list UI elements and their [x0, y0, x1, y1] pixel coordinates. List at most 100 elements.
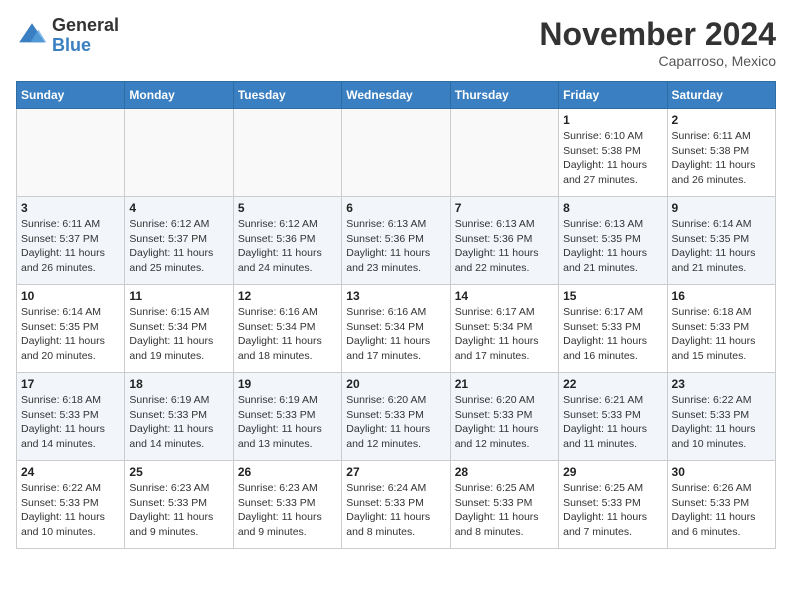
calendar-cell: 6Sunrise: 6:13 AM Sunset: 5:36 PM Daylig… [342, 197, 450, 285]
day-info: Sunrise: 6:17 AM Sunset: 5:33 PM Dayligh… [563, 305, 662, 364]
calendar-cell: 30 Sunrise: 6:26 AM Sunset: 5:33 PM Dayli… [667, 461, 775, 549]
day-number: 1 [563, 113, 662, 127]
calendar-cell: 28 Sunrise: 6:25 AM Sunset: 5:33 PM Dayli… [450, 461, 558, 549]
weekday-header-row: SundayMondayTuesdayWednesdayThursdayFrid… [17, 82, 776, 109]
calendar-cell: 25 Sunrise: 6:23 AM Sunset: 5:33 PM Dayli… [125, 461, 233, 549]
calendar-cell: 23 Sunrise: 6:22 AM Sunset: 5:33 PM Dayli… [667, 373, 775, 461]
day-info: Sunrise: 6:24 AM Sunset: 5:33 PM Dayligh… [346, 481, 445, 540]
day-info: Sunrise: 6:13 AM Sunset: 5:36 PM Dayligh… [346, 217, 445, 276]
page-header: General Blue November 2024 Caparroso, Me… [16, 16, 776, 69]
day-info: Sunrise: 6:20 AM Sunset: 5:33 PM Dayligh… [346, 393, 445, 452]
day-info: Sunrise: 6:11 AM Sunset: 5:38 PM Dayligh… [672, 129, 771, 188]
calendar-cell: 13Sunrise: 6:16 AM Sunset: 5:34 PM Dayli… [342, 285, 450, 373]
day-number: 8 [563, 201, 662, 215]
calendar-cell: 9 Sunrise: 6:14 AM Sunset: 5:35 PM Daylig… [667, 197, 775, 285]
day-number: 7 [455, 201, 554, 215]
day-number: 21 [455, 377, 554, 391]
day-number: 12 [238, 289, 337, 303]
day-number: 17 [21, 377, 120, 391]
calendar-cell: 21Sunrise: 6:20 AM Sunset: 5:33 PM Dayli… [450, 373, 558, 461]
calendar-cell: 22 Sunrise: 6:21 AM Sunset: 5:33 PM Dayli… [559, 373, 667, 461]
calendar-cell: 17 Sunrise: 6:18 AM Sunset: 5:33 PM Dayli… [17, 373, 125, 461]
logo-general: General [52, 16, 119, 36]
calendar-cell [125, 109, 233, 197]
day-number: 25 [129, 465, 228, 479]
day-number: 10 [21, 289, 120, 303]
calendar-cell: 3Sunrise: 6:11 AM Sunset: 5:37 PM Daylig… [17, 197, 125, 285]
calendar-cell: 4Sunrise: 6:12 AM Sunset: 5:37 PM Daylig… [125, 197, 233, 285]
day-info: Sunrise: 6:14 AM Sunset: 5:35 PM Dayligh… [21, 305, 120, 364]
day-number: 11 [129, 289, 228, 303]
weekday-header: Wednesday [342, 82, 450, 109]
day-info: Sunrise: 6:13 AM Sunset: 5:35 PM Dayligh… [563, 217, 662, 276]
day-number: 5 [238, 201, 337, 215]
day-info: Sunrise: 6:12 AM Sunset: 5:37 PM Dayligh… [129, 217, 228, 276]
day-number: 2 [672, 113, 771, 127]
day-info: Sunrise: 6:21 AM Sunset: 5:33 PM Dayligh… [563, 393, 662, 452]
title-block: November 2024 Caparroso, Mexico [539, 16, 776, 69]
logo-icon [16, 20, 48, 52]
day-info: Sunrise: 6:11 AM Sunset: 5:37 PM Dayligh… [21, 217, 120, 276]
calendar-cell: 2 Sunrise: 6:11 AM Sunset: 5:38 PM Daylig… [667, 109, 775, 197]
day-info: Sunrise: 6:22 AM Sunset: 5:33 PM Dayligh… [21, 481, 120, 540]
day-number: 19 [238, 377, 337, 391]
day-number: 30 [672, 465, 771, 479]
day-info: Sunrise: 6:25 AM Sunset: 5:33 PM Dayligh… [455, 481, 554, 540]
logo-blue: Blue [52, 36, 119, 56]
day-info: Sunrise: 6:23 AM Sunset: 5:33 PM Dayligh… [129, 481, 228, 540]
day-number: 22 [563, 377, 662, 391]
calendar-cell: 10 Sunrise: 6:14 AM Sunset: 5:35 PM Dayli… [17, 285, 125, 373]
calendar-cell: 19 Sunrise: 6:19 AM Sunset: 5:33 PM Dayli… [233, 373, 341, 461]
day-info: Sunrise: 6:13 AM Sunset: 5:36 PM Dayligh… [455, 217, 554, 276]
calendar-week-row: 24 Sunrise: 6:22 AM Sunset: 5:33 PM Dayli… [17, 461, 776, 549]
logo: General Blue [16, 16, 119, 56]
day-number: 28 [455, 465, 554, 479]
calendar-cell: 7 Sunrise: 6:13 AM Sunset: 5:36 PM Daylig… [450, 197, 558, 285]
calendar-week-row: 17 Sunrise: 6:18 AM Sunset: 5:33 PM Dayli… [17, 373, 776, 461]
calendar-cell: 24 Sunrise: 6:22 AM Sunset: 5:33 PM Dayli… [17, 461, 125, 549]
day-number: 23 [672, 377, 771, 391]
calendar-cell: 12Sunrise: 6:16 AM Sunset: 5:34 PM Dayli… [233, 285, 341, 373]
weekday-header: Tuesday [233, 82, 341, 109]
day-info: Sunrise: 6:26 AM Sunset: 5:33 PM Dayligh… [672, 481, 771, 540]
day-info: Sunrise: 6:14 AM Sunset: 5:35 PM Dayligh… [672, 217, 771, 276]
day-number: 9 [672, 201, 771, 215]
calendar-cell: 15 Sunrise: 6:17 AM Sunset: 5:33 PM Dayli… [559, 285, 667, 373]
day-number: 27 [346, 465, 445, 479]
weekday-header: Sunday [17, 82, 125, 109]
calendar-cell: 16 Sunrise: 6:18 AM Sunset: 5:33 PM Dayli… [667, 285, 775, 373]
day-info: Sunrise: 6:19 AM Sunset: 5:33 PM Dayligh… [238, 393, 337, 452]
day-number: 26 [238, 465, 337, 479]
weekday-header: Saturday [667, 82, 775, 109]
day-info: Sunrise: 6:18 AM Sunset: 5:33 PM Dayligh… [21, 393, 120, 452]
calendar-week-row: 1 Sunrise: 6:10 AM Sunset: 5:38 PM Daylig… [17, 109, 776, 197]
calendar-week-row: 3Sunrise: 6:11 AM Sunset: 5:37 PM Daylig… [17, 197, 776, 285]
location: Caparroso, Mexico [539, 53, 776, 69]
day-info: Sunrise: 6:25 AM Sunset: 5:33 PM Dayligh… [563, 481, 662, 540]
day-info: Sunrise: 6:15 AM Sunset: 5:34 PM Dayligh… [129, 305, 228, 364]
calendar-cell [342, 109, 450, 197]
day-number: 15 [563, 289, 662, 303]
weekday-header: Friday [559, 82, 667, 109]
day-info: Sunrise: 6:12 AM Sunset: 5:36 PM Dayligh… [238, 217, 337, 276]
logo-text: General Blue [52, 16, 119, 56]
day-number: 24 [21, 465, 120, 479]
calendar-cell: 18Sunrise: 6:19 AM Sunset: 5:33 PM Dayli… [125, 373, 233, 461]
day-number: 16 [672, 289, 771, 303]
day-info: Sunrise: 6:19 AM Sunset: 5:33 PM Dayligh… [129, 393, 228, 452]
day-number: 14 [455, 289, 554, 303]
calendar-cell: 11 Sunrise: 6:15 AM Sunset: 5:34 PM Dayli… [125, 285, 233, 373]
calendar-cell [17, 109, 125, 197]
day-info: Sunrise: 6:10 AM Sunset: 5:38 PM Dayligh… [563, 129, 662, 188]
calendar-cell: 5 Sunrise: 6:12 AM Sunset: 5:36 PM Daylig… [233, 197, 341, 285]
calendar-cell: 27 Sunrise: 6:24 AM Sunset: 5:33 PM Dayli… [342, 461, 450, 549]
calendar: SundayMondayTuesdayWednesdayThursdayFrid… [16, 81, 776, 549]
weekday-header: Thursday [450, 82, 558, 109]
day-info: Sunrise: 6:18 AM Sunset: 5:33 PM Dayligh… [672, 305, 771, 364]
weekday-header: Monday [125, 82, 233, 109]
calendar-cell: 8 Sunrise: 6:13 AM Sunset: 5:35 PM Daylig… [559, 197, 667, 285]
calendar-cell: 1 Sunrise: 6:10 AM Sunset: 5:38 PM Daylig… [559, 109, 667, 197]
day-info: Sunrise: 6:22 AM Sunset: 5:33 PM Dayligh… [672, 393, 771, 452]
day-info: Sunrise: 6:23 AM Sunset: 5:33 PM Dayligh… [238, 481, 337, 540]
calendar-cell [450, 109, 558, 197]
